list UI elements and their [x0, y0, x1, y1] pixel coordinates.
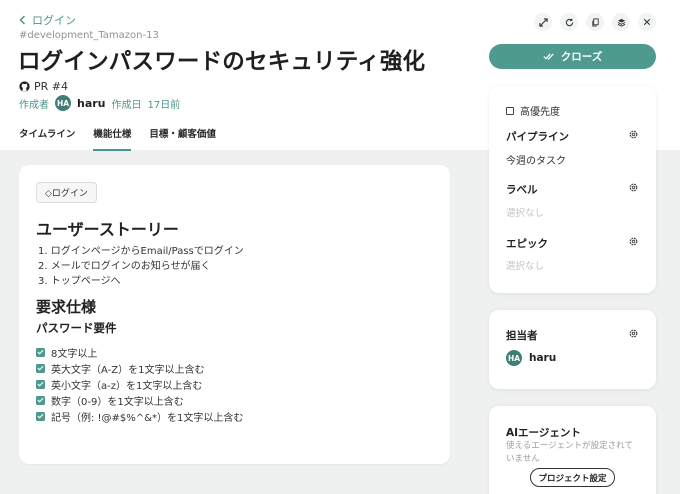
checkbox-checked[interactable]	[36, 411, 45, 421]
created-label: 作成日	[111, 99, 142, 111]
checklist-item: 8文字以上	[36, 344, 243, 360]
epic-title: エピック	[506, 238, 548, 250]
ai-agent-title: AIエージェント	[506, 427, 581, 439]
story-heading: ユーザーストーリー	[36, 220, 179, 239]
expand-icon	[538, 17, 548, 27]
epic-empty[interactable]: 選択なし	[506, 258, 544, 272]
pipeline-title: パイプライン	[506, 131, 569, 143]
pr-number: PR #4	[34, 80, 68, 93]
label-empty[interactable]: 選択なし	[506, 205, 544, 219]
checklist-label: 英小文字（a-z）を1文字以上含む	[51, 380, 203, 392]
gear-icon[interactable]	[628, 129, 639, 140]
close-icon	[643, 18, 651, 26]
github-icon	[19, 81, 30, 92]
back-link[interactable]: ログイン	[19, 12, 76, 28]
requirements-heading: 要求仕様	[36, 298, 97, 316]
assignee-name: haru	[529, 352, 557, 364]
tab-timeline[interactable]: タイムライン	[19, 126, 75, 151]
checklist-item: 英小文字（a-z）を1文字以上含む	[36, 376, 243, 392]
close-issue-button[interactable]: クローズ	[489, 44, 656, 69]
checklist-item: 英大文字（A-Z）を1文字以上含む	[36, 360, 243, 376]
checkbox-checked[interactable]	[36, 347, 45, 357]
assignee-title: 担当者	[506, 330, 538, 342]
author-label: 作成者	[19, 99, 49, 111]
author-avatar: HA	[55, 95, 71, 111]
tab-goals[interactable]: 目標・顧客価値	[149, 126, 216, 151]
gear-icon[interactable]	[628, 182, 639, 193]
project-settings-button[interactable]: プロジェクト設定	[530, 468, 615, 487]
checkbox-checked[interactable]	[36, 379, 45, 389]
list-item: 3. トップページへ	[38, 276, 121, 287]
double-check-icon	[543, 53, 554, 60]
requirement-checklist: 8文字以上 英大文字（A-Z）を1文字以上含む 英小文字（a-z）を1文字以上含…	[36, 344, 243, 424]
feature-chip[interactable]: ◇ログイン	[36, 182, 97, 203]
check-icon	[37, 397, 44, 403]
checkbox-checked[interactable]	[36, 363, 45, 373]
checkbox-checked[interactable]	[36, 395, 45, 405]
copy-icon	[591, 17, 599, 27]
tab-feature-spec[interactable]: 機能仕様	[93, 126, 132, 151]
checklist-label: 英大文字（A-Z）を1文字以上含む	[51, 364, 205, 376]
created-value: 17日前	[147, 99, 181, 111]
close-panel-button[interactable]	[638, 13, 656, 31]
assignee-panel: 担当者 HA haru	[489, 310, 656, 389]
check-icon	[37, 365, 44, 371]
password-heading: パスワード要件	[36, 321, 117, 335]
expand-button[interactable]	[534, 13, 552, 31]
checklist-label: 数字（0-9）を1文字以上含む	[51, 396, 184, 408]
check-icon	[37, 381, 44, 387]
priority-checkbox[interactable]	[506, 106, 514, 115]
close-issue-label: クローズ	[560, 51, 603, 63]
check-icon	[37, 413, 44, 419]
priority-toggle[interactable]: 高優先度	[506, 103, 560, 118]
author-line: 作成者 HA haru 作成日 17日前	[19, 95, 180, 111]
label-title: ラベル	[506, 184, 538, 196]
back-link-label: ログイン	[32, 14, 76, 27]
story-list: 1. ログインページからEmail/Passでログイン 2. メールでログインの…	[38, 244, 244, 289]
assignee-row[interactable]: HA haru	[506, 350, 556, 366]
chevron-left-icon	[19, 15, 26, 25]
pipeline-value[interactable]: 今週のタスク	[506, 152, 566, 167]
ai-agent-panel: AIエージェント 使えるエージェントが設定されていません プロジェクト設定	[489, 406, 656, 494]
pr-link[interactable]: PR #4	[19, 80, 68, 93]
assignee-avatar: HA	[506, 350, 522, 366]
window-controls	[534, 13, 656, 31]
checklist-label: 8文字以上	[51, 348, 98, 360]
spec-card: ◇ログイン ユーザーストーリー 1. ログインページからEmail/Passでロ…	[19, 165, 450, 464]
priority-label: 高優先度	[520, 107, 560, 118]
archive-button[interactable]	[612, 13, 630, 31]
page-title: ログインパスワードのセキュリティ強化	[18, 49, 426, 75]
checklist-label: 記号（例: !@#$%^&*）を1文字以上含む	[51, 412, 244, 424]
list-item: 1. ログインページからEmail/Passでログイン	[38, 246, 244, 257]
copy-button[interactable]	[586, 13, 604, 31]
repo-tag[interactable]: #development_Tamazon-13	[19, 30, 159, 41]
properties-panel: 高優先度 パイプライン 今週のタスク ラベル 選択なし エピック 選択なし	[489, 86, 656, 293]
list-item: 2. メールでログインのお知らせが届く	[38, 261, 211, 272]
refresh-icon	[565, 18, 573, 26]
ai-agent-description: 使えるエージェントが設定されていません	[506, 441, 633, 464]
checklist-item: 数字（0-9）を1文字以上含む	[36, 392, 243, 408]
refresh-button[interactable]	[560, 13, 578, 31]
stack-icon	[617, 18, 625, 27]
checklist-item: 記号（例: !@#$%^&*）を1文字以上含む	[36, 408, 243, 424]
gear-icon[interactable]	[628, 236, 639, 247]
author-name: haru	[77, 96, 106, 110]
gear-icon[interactable]	[628, 328, 639, 339]
check-icon	[37, 349, 44, 355]
tab-bar: タイムライン 機能仕様 目標・顧客価値	[19, 126, 216, 151]
